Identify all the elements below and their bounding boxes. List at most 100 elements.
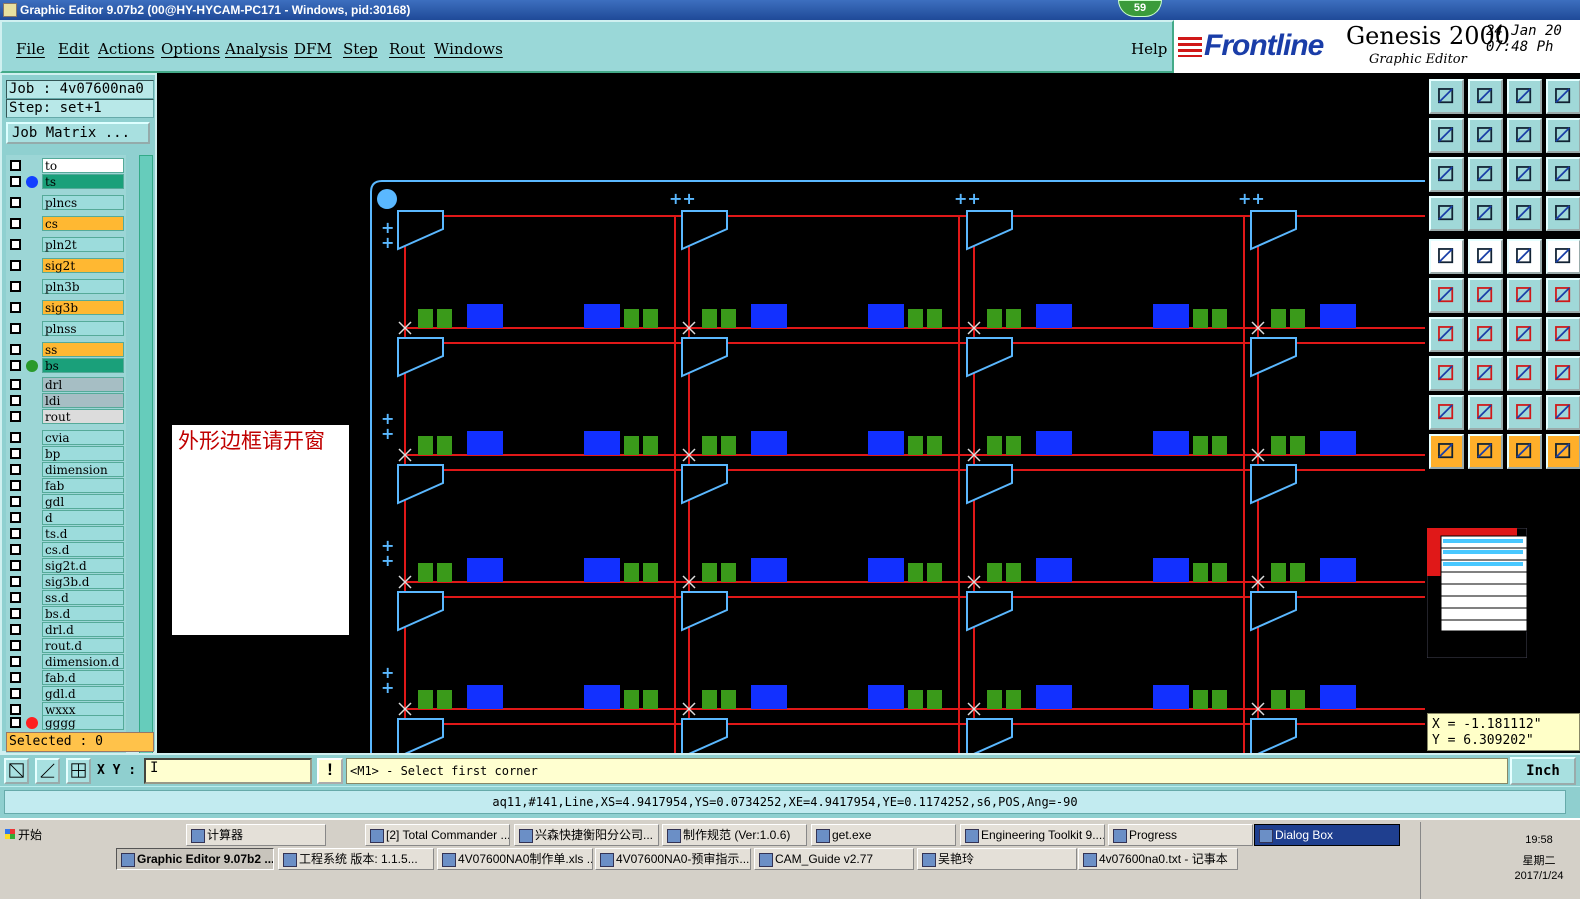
layer-checkbox[interactable]: [10, 464, 21, 475]
taskbar-item[interactable]: Dialog Box: [1254, 824, 1400, 846]
zoom-reset-tool-button[interactable]: [1507, 118, 1542, 153]
taskbar-item[interactable]: 4V07600NA0-预审指示....: [595, 848, 751, 870]
layer-checkbox[interactable]: [10, 360, 21, 371]
layer-row-d[interactable]: d: [6, 510, 126, 525]
layer-name[interactable]: ts.d: [42, 526, 124, 541]
layer-checkbox[interactable]: [10, 624, 21, 635]
taskbar-item[interactable]: 制作规范 (Ver:1.0.6): [662, 824, 807, 846]
move-tool-button[interactable]: [1507, 278, 1542, 313]
layer-name[interactable]: ts: [42, 174, 124, 189]
layer-name[interactable]: cs: [42, 216, 124, 231]
layer-name[interactable]: plnss: [42, 321, 124, 336]
open-tool-button[interactable]: [1429, 79, 1464, 114]
taskbar-item[interactable]: 兴森快捷衡阳分公司...: [514, 824, 659, 846]
layer-row-sig2t-d[interactable]: sig2t.d: [6, 558, 126, 573]
layer-checkbox[interactable]: [10, 260, 21, 271]
layer-checkbox[interactable]: [10, 717, 21, 728]
layer-name[interactable]: dimension: [42, 462, 124, 477]
layer-row-pln2t[interactable]: pln2t: [6, 237, 126, 252]
taskbar-item[interactable]: get.exe: [811, 824, 956, 846]
taskbar-item[interactable]: 4v07600na0.txt - 记事本: [1078, 848, 1238, 870]
layer-checkbox[interactable]: [10, 160, 21, 171]
layer-checkbox[interactable]: [10, 239, 21, 250]
layer-checkbox[interactable]: [10, 496, 21, 507]
taskbar-item[interactable]: Engineering Toolkit 9....: [960, 824, 1105, 846]
layer-name[interactable]: dimension.d: [42, 654, 124, 669]
layer-row-gdl-d[interactable]: gdl.d: [6, 686, 126, 701]
layer-name[interactable]: gdl: [42, 494, 124, 509]
window-tool-button[interactable]: [1546, 79, 1580, 114]
layer-name[interactable]: gdl.d: [42, 686, 124, 701]
xy-input[interactable]: I: [144, 758, 312, 784]
layer-row-pln3b[interactable]: pln3b: [6, 279, 126, 294]
menu-rout[interactable]: Rout: [389, 40, 425, 58]
taskbar-item[interactable]: [2] Total Commander ...: [365, 824, 510, 846]
layer-name[interactable]: sig3b.d: [42, 574, 124, 589]
layer-checkbox[interactable]: [10, 432, 21, 443]
layer-checkbox[interactable]: [10, 302, 21, 313]
layer-name[interactable]: cs.d: [42, 542, 124, 557]
layer-row-ts-d[interactable]: ts.d: [6, 526, 126, 541]
layer-checkbox[interactable]: [10, 379, 21, 390]
layer-row-gggg[interactable]: gggg: [6, 715, 126, 730]
rotate-tool-button[interactable]: [1429, 356, 1464, 391]
layer-row-drl[interactable]: drl: [6, 377, 126, 392]
layer-row-fab[interactable]: fab: [6, 478, 126, 493]
menu-actions[interactable]: Actions: [98, 40, 154, 58]
layer-row-sig3b[interactable]: sig3b: [6, 300, 126, 315]
layer-row-fab-d[interactable]: fab.d: [6, 670, 126, 685]
clock-time[interactable]: 19:58: [1499, 834, 1579, 846]
layer-row-sig3b-d[interactable]: sig3b.d: [6, 574, 126, 589]
snap-tool-button[interactable]: [1429, 239, 1464, 274]
center-tool-button[interactable]: [1507, 356, 1542, 391]
help-tool-button[interactable]: [1546, 118, 1580, 153]
layer-name[interactable]: sig3b: [42, 300, 124, 315]
layer-checkbox[interactable]: [10, 218, 21, 229]
arc-tool-button[interactable]: [1507, 317, 1542, 352]
cross-tool-button[interactable]: [1468, 278, 1503, 313]
triangle-fill-tool-button[interactable]: [1468, 395, 1503, 430]
menu-step[interactable]: Step: [343, 40, 378, 58]
minus-tool-button[interactable]: [1468, 356, 1503, 391]
menu-analysis[interactable]: Analysis: [225, 40, 288, 58]
layer-row-bp[interactable]: bp: [6, 446, 126, 461]
layer-checkbox[interactable]: [10, 608, 21, 619]
overview-map[interactable]: [1427, 528, 1527, 658]
layer-row-cs[interactable]: cs: [6, 216, 126, 231]
layer-row-ss-d[interactable]: ss.d: [6, 590, 126, 605]
layer-row-to[interactable]: to: [6, 158, 126, 173]
layer-name[interactable]: cvia: [42, 430, 124, 445]
bus-tool-button[interactable]: [1546, 317, 1580, 352]
layer-name[interactable]: d: [42, 510, 124, 525]
layer-row-plnss[interactable]: plnss: [6, 321, 126, 336]
layer-name[interactable]: fab: [42, 478, 124, 493]
connect-tool-button[interactable]: [1429, 278, 1464, 313]
layer-checkbox[interactable]: [10, 281, 21, 292]
layer-name[interactable]: bs.d: [42, 606, 124, 621]
menu-dfm[interactable]: DFM: [294, 40, 332, 58]
save-tool-button[interactable]: [1468, 79, 1503, 114]
copy-tool-button[interactable]: [1468, 239, 1503, 274]
layer-name[interactable]: drl.d: [42, 622, 124, 637]
layer-name[interactable]: fab.d: [42, 670, 124, 685]
fit-all-tool-button[interactable]: [1468, 157, 1503, 192]
layer-row-drl-d[interactable]: drl.d: [6, 622, 126, 637]
select-tool-button[interactable]: [1468, 434, 1503, 469]
layer-name[interactable]: bp: [42, 446, 124, 461]
layer-checkbox[interactable]: [10, 323, 21, 334]
route-tool-button[interactable]: [1546, 434, 1580, 469]
layer-checkbox[interactable]: [10, 395, 21, 406]
taskbar-item[interactable]: 4V07600NA0制作单.xls ...: [437, 848, 593, 870]
home-tool-button[interactable]: [1507, 79, 1542, 114]
grid-button[interactable]: [66, 758, 91, 784]
triangle-alt-tool-button[interactable]: [1507, 395, 1542, 430]
layer-checkbox[interactable]: [10, 480, 21, 491]
area-select-tool-button[interactable]: [1507, 434, 1542, 469]
layer-checkbox[interactable]: [10, 688, 21, 699]
menu-windows[interactable]: Windows: [434, 40, 503, 58]
split-tool-button[interactable]: [1546, 196, 1580, 231]
layer-name[interactable]: ss: [42, 342, 124, 357]
layer-row-rout-d[interactable]: rout.d: [6, 638, 126, 653]
layer-checkbox[interactable]: [10, 544, 21, 555]
zoom-out-tool-button[interactable]: [1468, 118, 1503, 153]
